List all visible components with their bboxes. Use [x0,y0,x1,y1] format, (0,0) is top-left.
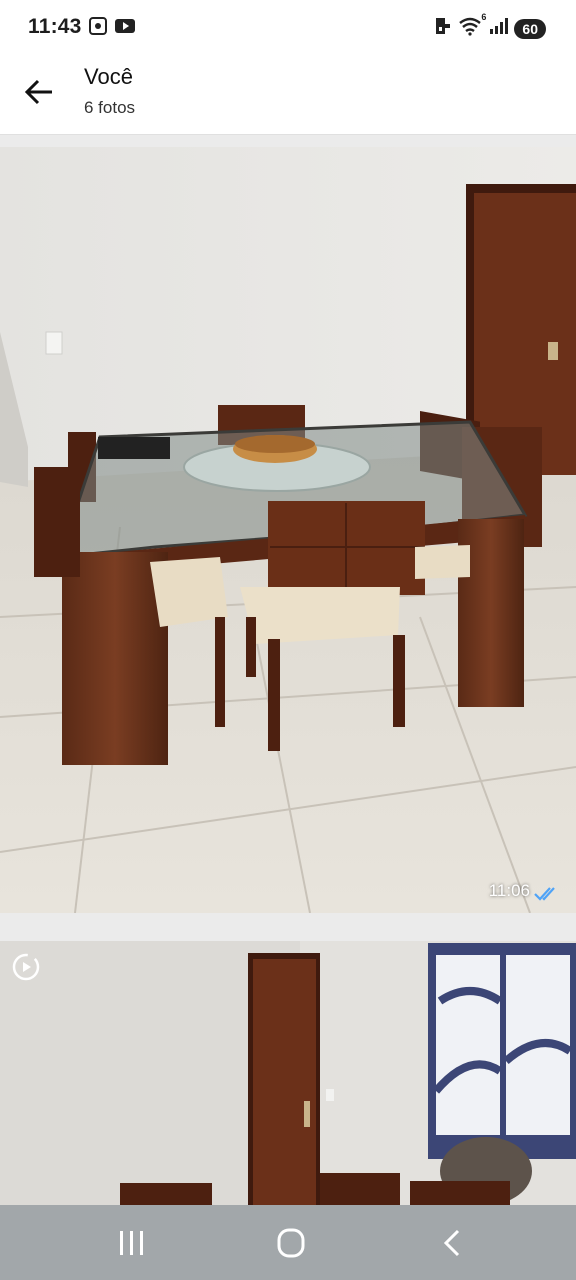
wifi-label: 6 [481,12,487,22]
page-subtitle: 6 fotos [84,98,136,117]
battery-indicator: 60 [514,18,546,39]
back-icon [443,1229,460,1257]
system-nav-bar [0,1205,576,1280]
vpn-key-icon [434,16,452,41]
screenshot-icon [88,16,108,41]
video-play-icon [12,953,40,981]
signal-icon [488,17,509,40]
back-button[interactable] [20,72,60,112]
status-time: 11:43 [28,15,82,38]
double-check-icon [534,885,560,901]
photo-dining-table[interactable]: 11:06 [0,147,576,913]
home-icon [277,1228,305,1258]
nav-back-button[interactable] [434,1225,474,1261]
video-room-preview[interactable] [0,941,576,1205]
wifi-icon: 6 [458,12,486,41]
app-header: Você 6 fotos [0,56,576,135]
recent-apps-icon [120,1231,143,1255]
photo-timestamp: 11:06 [488,881,530,900]
page-title: Você [84,64,133,89]
youtube-icon [114,17,136,40]
status-bar: 11:43 6 60 [0,0,576,56]
arrow-left-icon [24,79,52,105]
recent-apps-button[interactable] [112,1225,152,1261]
room-photo [0,941,576,1205]
dining-room-photo [0,147,576,913]
home-button[interactable] [271,1225,311,1261]
